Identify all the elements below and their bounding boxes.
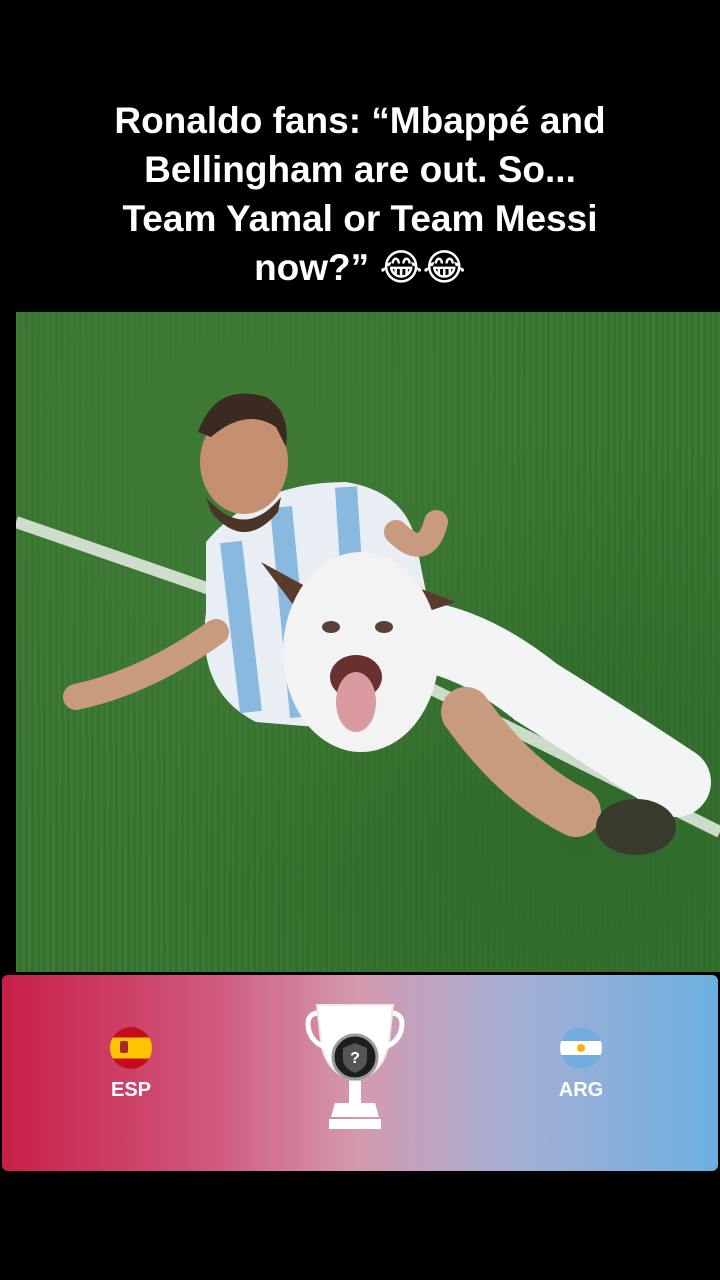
team-code-arg: ARG [558,1079,604,1101]
team-code-esp: ESP [110,1079,152,1101]
pitch-scene [16,393,720,855]
team-arg[interactable]: ARG [536,1027,626,1102]
team-esp[interactable]: ESP [86,1027,176,1102]
caption-line-3: Team Yamal or Team Messi [122,198,598,239]
video-caption: Ronaldo fans: “Mbappé and Bellingham are… [40,96,680,292]
winner-badge-text: ? [350,1050,360,1067]
caption-line-4: now?” 😂😂 [254,247,466,288]
player-photo [16,312,720,972]
argentina-flag-icon [560,1027,602,1069]
caption-line-2: Bellingham are out. So... [144,149,576,190]
boot [596,799,676,855]
caption-line-1: Ronaldo fans: “Mbappé and [114,100,606,141]
matchup-card: ESP ? ARG [2,975,718,1171]
trophy-icon[interactable]: ? [305,1001,405,1133]
right-arm [384,510,448,557]
left-arm [63,619,229,710]
spain-flag-icon [110,1027,152,1069]
